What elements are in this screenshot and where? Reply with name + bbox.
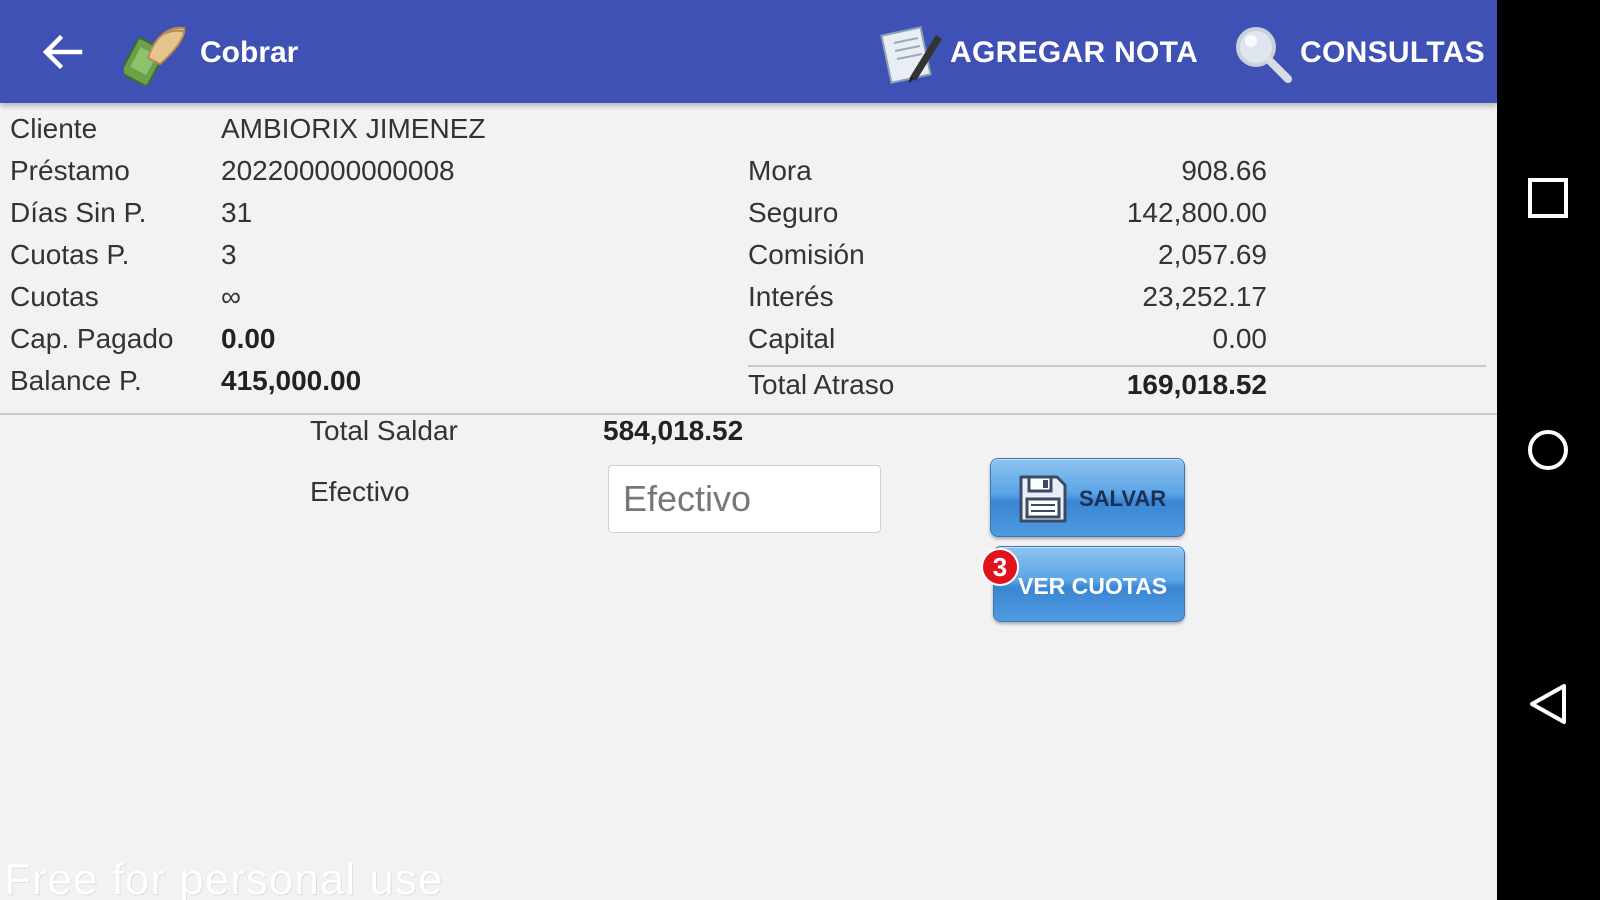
total-arrears-label: Total Atraso bbox=[748, 369, 895, 400]
cash-input[interactable] bbox=[608, 465, 881, 533]
days-unpaid-value: 31 bbox=[221, 197, 253, 228]
save-button[interactable]: SALVAR bbox=[990, 458, 1185, 537]
interest-label: Interés bbox=[748, 281, 834, 312]
back-triangle-icon[interactable] bbox=[1522, 678, 1574, 730]
installments-value: ∞ bbox=[221, 281, 241, 312]
interest-value: 23,252.17 bbox=[1142, 281, 1267, 312]
installments-count-badge: 3 bbox=[981, 548, 1019, 586]
insurance-label: Seguro bbox=[748, 197, 839, 228]
commission-value: 2,057.69 bbox=[1158, 239, 1267, 270]
add-note-label: AGREGAR NOTA bbox=[950, 36, 1199, 69]
magnifier-icon bbox=[1236, 27, 1292, 83]
capital-paid-label: Cap. Pagado bbox=[10, 323, 174, 354]
total-payoff-value: 584,018.52 bbox=[603, 415, 744, 446]
add-note-button[interactable]: AGREGAR NOTA bbox=[880, 18, 1198, 88]
arrow-left-icon[interactable] bbox=[40, 32, 84, 72]
client-label: Cliente bbox=[10, 113, 98, 144]
recents-square-icon[interactable] bbox=[1522, 172, 1574, 224]
loan-summary: Cliente AMBIORIX JIMENEZ Préstamo 202200… bbox=[0, 103, 1497, 900]
capital-value: 0.00 bbox=[1212, 323, 1268, 354]
divider bbox=[0, 413, 1497, 415]
capital-paid-value: 0.00 bbox=[221, 323, 276, 354]
capital-label: Capital bbox=[748, 323, 836, 354]
total-payoff-label: Total Saldar bbox=[310, 415, 458, 446]
cash-label: Efectivo bbox=[310, 476, 410, 507]
save-button-label: SALVAR bbox=[1079, 486, 1167, 511]
installments-paid-value: 3 bbox=[221, 239, 237, 270]
note-pen-icon bbox=[880, 26, 942, 84]
view-installments-button[interactable]: VER CUOTAS bbox=[993, 546, 1185, 622]
queries-button[interactable]: CONSULTAS bbox=[1230, 18, 1485, 88]
late-fee-label: Mora bbox=[748, 155, 812, 186]
insurance-value: 142,800.00 bbox=[1126, 197, 1267, 228]
view-installments-label: VER CUOTAS bbox=[1018, 573, 1168, 599]
app-bar: Cobrar AGREGAR NOTA CONSULTAS bbox=[0, 0, 1497, 103]
days-unpaid-label: Días Sin P. bbox=[10, 197, 147, 228]
page-title: Cobrar bbox=[200, 36, 299, 69]
system-nav-bar bbox=[1497, 0, 1600, 900]
queries-label: CONSULTAS bbox=[1300, 36, 1485, 69]
watermark: Free for personal use bbox=[4, 855, 444, 900]
divider bbox=[748, 365, 1486, 367]
total-arrears-value: 169,018.52 bbox=[1126, 369, 1267, 400]
money-hand-icon bbox=[120, 20, 190, 87]
floppy-disk-icon bbox=[1019, 475, 1067, 523]
commission-label: Comisión bbox=[748, 239, 865, 270]
installments-paid-label: Cuotas P. bbox=[10, 239, 130, 270]
loan-label: Préstamo bbox=[10, 155, 130, 186]
loan-value: 202200000000008 bbox=[221, 155, 455, 186]
balance-label: Balance P. bbox=[10, 365, 142, 396]
balance-value: 415,000.00 bbox=[221, 365, 362, 396]
installments-label: Cuotas bbox=[10, 281, 99, 312]
late-fee-value: 908.66 bbox=[1181, 155, 1267, 186]
client-value: AMBIORIX JIMENEZ bbox=[221, 113, 486, 144]
home-circle-icon[interactable] bbox=[1522, 424, 1574, 476]
